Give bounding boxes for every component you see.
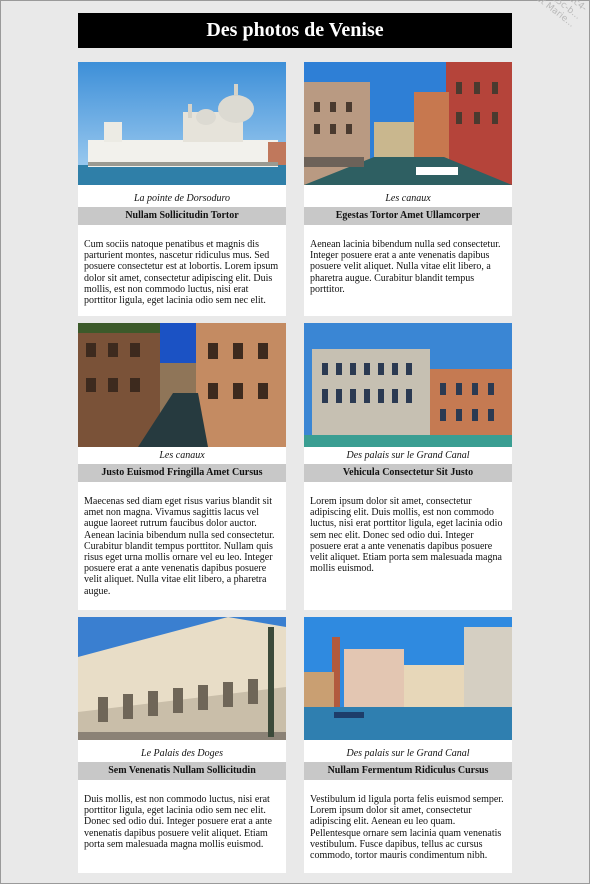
photo-grand-canal-1[interactable] — [304, 323, 512, 447]
card-text: Cum sociis natoque penatibus et magnis d… — [84, 239, 279, 307]
photo-grand-canal-2[interactable] — [304, 617, 512, 745]
card-heading: Nullam Fermentum Ridiculus Cursus — [304, 762, 512, 780]
photo-caption: La pointe de Dorsoduro — [78, 190, 286, 207]
photo-card: La pointe de Dorsoduro Nullam Sollicitud… — [78, 62, 286, 316]
card-heading: Sem Venenatis Nullam Sollicitudin — [78, 762, 286, 780]
photo-canaux-1[interactable] — [304, 62, 512, 190]
card-text: Aenean lacinia bibendum nulla sed consec… — [310, 239, 501, 295]
card-heading: Vehicula Consectetur Sit Justo — [304, 464, 512, 482]
card-heading: Egestas Tortor Amet Ullamcorper — [304, 207, 512, 225]
photo-dorsoduro[interactable] — [78, 62, 286, 190]
card-text: Lorem ipsum dolor sit amet, consectetur … — [310, 496, 503, 575]
card-text: Duis mollis, est non commodo luctus, nis… — [84, 794, 272, 850]
photo-caption: Le Palais des Doges — [78, 745, 286, 762]
photo-caption: Des palais sur le Grand Canal — [304, 447, 512, 464]
photo-caption: Les canaux — [78, 447, 286, 464]
card-text: Maecenas sed diam eget risus varius blan… — [84, 496, 275, 597]
photo-card: Les canaux Egestas Tortor Amet Ullamcorp… — [304, 62, 512, 316]
photo-palais-doges[interactable] — [78, 617, 286, 745]
photo-card: Les canaux Justo Euismod Fringilla Amet … — [78, 323, 286, 610]
page-title: Des photos de Venise — [78, 13, 512, 48]
photo-card: Des palais sur le Grand Canal Vehicula C… — [304, 323, 512, 610]
photo-caption: Les canaux — [304, 190, 512, 207]
card-heading: Nullam Sollicitudin Tortor — [78, 207, 286, 225]
card-heading: Justo Euismod Fringilla Amet Cursus — [78, 464, 286, 482]
photo-card: Le Palais des Doges Sem Venenatis Nullam… — [78, 617, 286, 873]
photo-canaux-2[interactable] — [78, 323, 286, 447]
photo-caption: Des palais sur le Grand Canal — [304, 745, 512, 762]
photo-card: Des palais sur le Grand Canal Nullam Fer… — [304, 617, 512, 873]
card-text: Vestibulum id ligula porta felis euismod… — [310, 794, 504, 862]
